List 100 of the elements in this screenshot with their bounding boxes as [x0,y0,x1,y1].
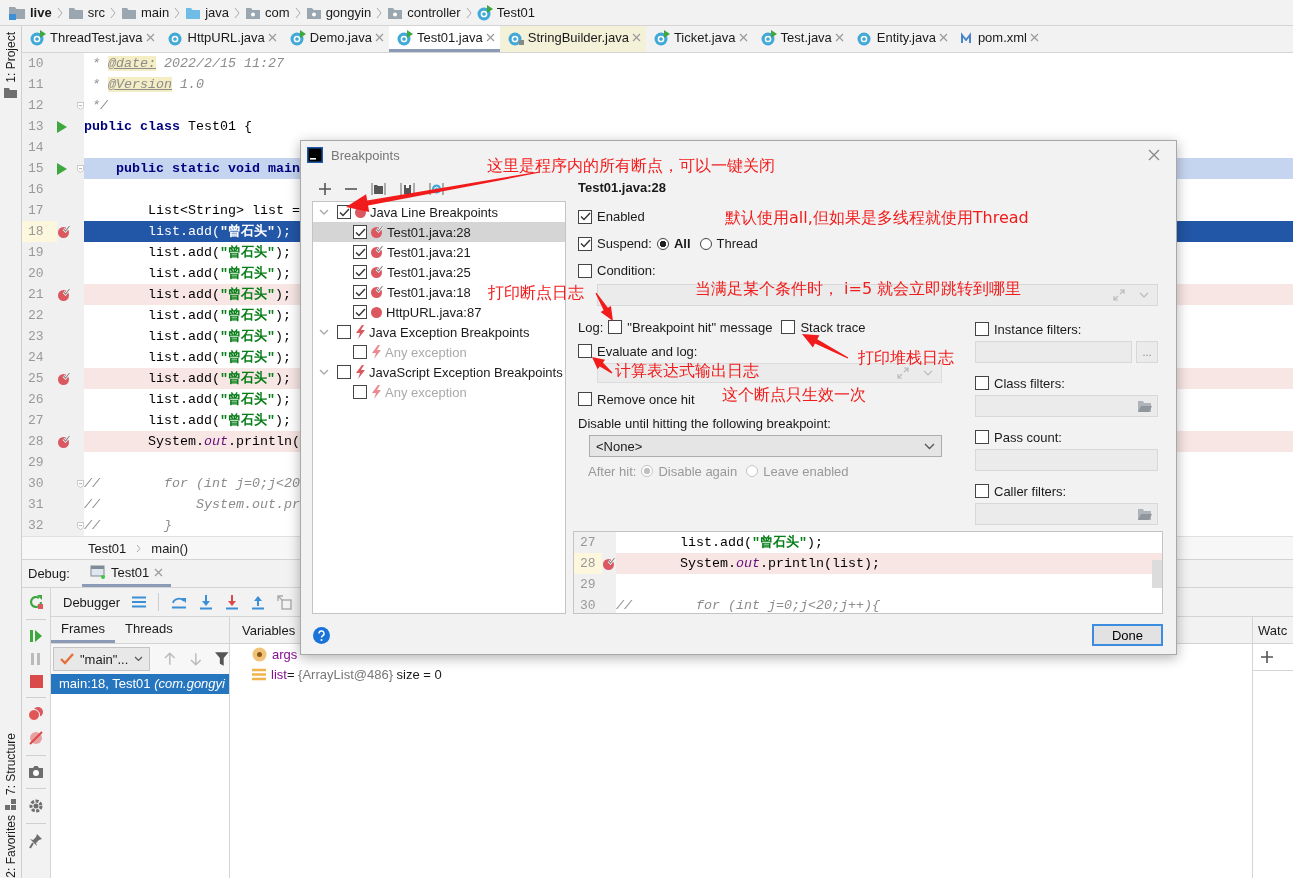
tree-row[interactable]: Test01.java:25 [313,262,475,282]
step-over-icon[interactable] [171,595,188,609]
breadcrumb-item[interactable]: src [67,5,106,20]
checkbox[interactable] [353,305,367,319]
tree-row[interactable]: Test01.java:28 [313,222,565,242]
breadcrumb-item[interactable]: live [8,4,52,21]
panel-tab[interactable]: Threads [115,617,183,643]
checkbox[interactable] [353,285,367,299]
expand-icon[interactable] [319,208,329,216]
breakpoint-icon[interactable] [57,224,71,239]
folder-icon[interactable] [1137,507,1153,521]
close-icon[interactable] [938,33,948,42]
close-icon[interactable] [738,33,748,42]
breakpoint-icon[interactable] [57,287,71,302]
run-icon[interactable] [57,162,67,175]
filter-field[interactable] [975,341,1132,363]
thread-dropdown[interactable]: "main"... [53,647,151,671]
checkbox[interactable] [337,325,351,339]
menu-icon[interactable] [132,596,147,608]
editor-tab[interactable]: Test.java [752,26,849,52]
add-icon[interactable] [319,183,331,195]
close-icon[interactable] [834,33,844,42]
arrow-up-icon[interactable] [164,652,176,666]
filter-icon[interactable] [215,652,229,666]
close-icon[interactable] [1148,149,1160,161]
checkbox[interactable] [578,344,592,358]
close-icon[interactable] [145,33,155,42]
tree-label[interactable]: JavaScript Exception Breakpoints [369,364,563,380]
breadcrumb-item[interactable]: java [185,5,230,20]
checkbox[interactable] [608,320,623,334]
close-icon[interactable] [154,567,164,577]
add-icon[interactable] [1261,651,1273,663]
breakpoint-icon[interactable] [57,434,71,449]
editor-tab[interactable]: pom.xml [952,26,1044,52]
group-by-file-icon[interactable] [371,182,386,196]
editor-tab[interactable]: HttpURL.java [159,26,282,52]
stop-icon[interactable] [29,675,43,688]
settings-icon[interactable] [28,798,44,814]
filter-field[interactable] [975,449,1158,471]
checkbox[interactable] [353,245,367,259]
breadcrumb-item[interactable]: com [245,5,290,20]
variable-entry[interactable]: args [272,646,298,662]
checkbox[interactable] [578,209,592,224]
folder-icon[interactable] [1137,399,1153,413]
editor-tab[interactable]: Demo.java [281,26,389,52]
step-out-icon[interactable] [251,594,266,610]
pin-icon[interactable] [29,833,43,849]
close-icon[interactable] [1030,33,1039,42]
checkbox[interactable] [578,392,592,406]
checkbox[interactable] [353,225,367,239]
variable-entry[interactable]: list= {ArrayList@486} size = 0 [271,666,442,682]
breakpoint-icon[interactable] [57,371,71,386]
checkbox[interactable] [578,236,592,251]
editor-tab[interactable]: Ticket.java [645,26,753,52]
radio-button[interactable] [699,237,712,250]
mute-breakpoints-icon[interactable] [28,730,44,746]
tree-row[interactable]: Test01.java:18 [313,282,475,302]
breadcrumb-item[interactable]: Test01 [88,540,127,556]
drop-frame-icon[interactable] [277,594,293,610]
fold-icon[interactable] [77,100,84,111]
camera-icon[interactable] [28,765,44,779]
breadcrumb-item[interactable]: main() [151,540,189,556]
checkbox[interactable] [975,430,989,444]
editor-tab[interactable]: Entity.java [848,26,953,52]
fold-icon[interactable] [77,478,84,489]
editor-tab[interactable]: StringBuilder.java [499,26,646,52]
tree-row[interactable]: HttpURL.java:87 [313,302,486,322]
expand-icon[interactable] [319,328,329,336]
arrow-down-icon[interactable] [189,652,202,666]
breadcrumb-item[interactable]: gongyin [305,5,372,20]
checkbox[interactable] [975,322,989,336]
checkbox[interactable] [975,484,989,498]
run-icon[interactable] [57,120,67,133]
fold-icon[interactable] [77,163,84,174]
frame-item[interactable]: main:18, Test01 (com.gongyi [51,674,229,694]
breakpoints-icon[interactable] [28,707,44,721]
filter-field[interactable] [975,503,1158,525]
close-icon[interactable] [631,33,641,42]
tab-title[interactable]: Debugger [63,594,121,610]
tree-row[interactable]: Test01.java:21 [313,242,475,262]
close-icon[interactable] [374,33,384,42]
checkbox[interactable] [578,263,592,278]
pause-icon[interactable] [30,652,42,666]
editor-tab[interactable]: ThreadTest.java [22,26,160,52]
tool-window-button[interactable]: 1: Project [3,32,18,83]
fold-icon[interactable] [77,520,84,531]
checkbox[interactable] [781,320,796,334]
resume-icon[interactable] [29,629,43,643]
rerun-icon[interactable] [28,594,44,610]
help-icon[interactable] [313,626,330,644]
expand-icon[interactable] [319,368,329,376]
breakpoint-dropdown[interactable]: <None> [589,435,942,457]
scrollbar-thumb[interactable] [1152,560,1162,588]
breadcrumb-item[interactable]: main [121,5,170,20]
step-into-icon[interactable] [199,594,214,610]
tree-label[interactable]: Java Exception Breakpoints [369,324,530,340]
tree-label[interactable]: Java Line Breakpoints [370,204,498,220]
radio-button[interactable] [656,237,669,250]
done-button[interactable]: Done [1092,624,1163,646]
force-step-into-icon[interactable] [225,594,240,610]
